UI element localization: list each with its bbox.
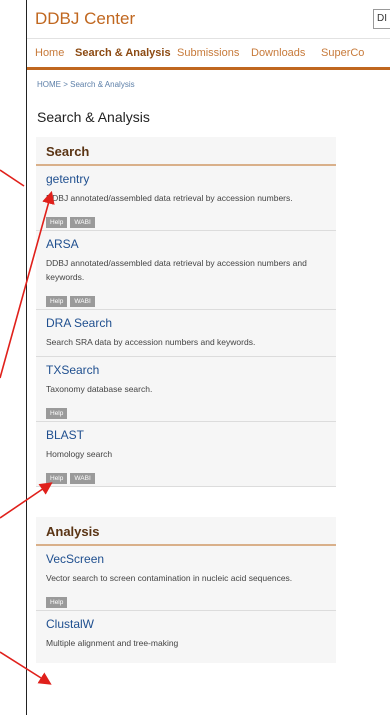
arrow-to-clustalw [0,651,52,685]
arrow-top-left [0,169,25,187]
annotation-arrows [0,169,55,685]
arrow-to-blast [0,482,53,519]
arrow-to-getentry [0,190,55,379]
